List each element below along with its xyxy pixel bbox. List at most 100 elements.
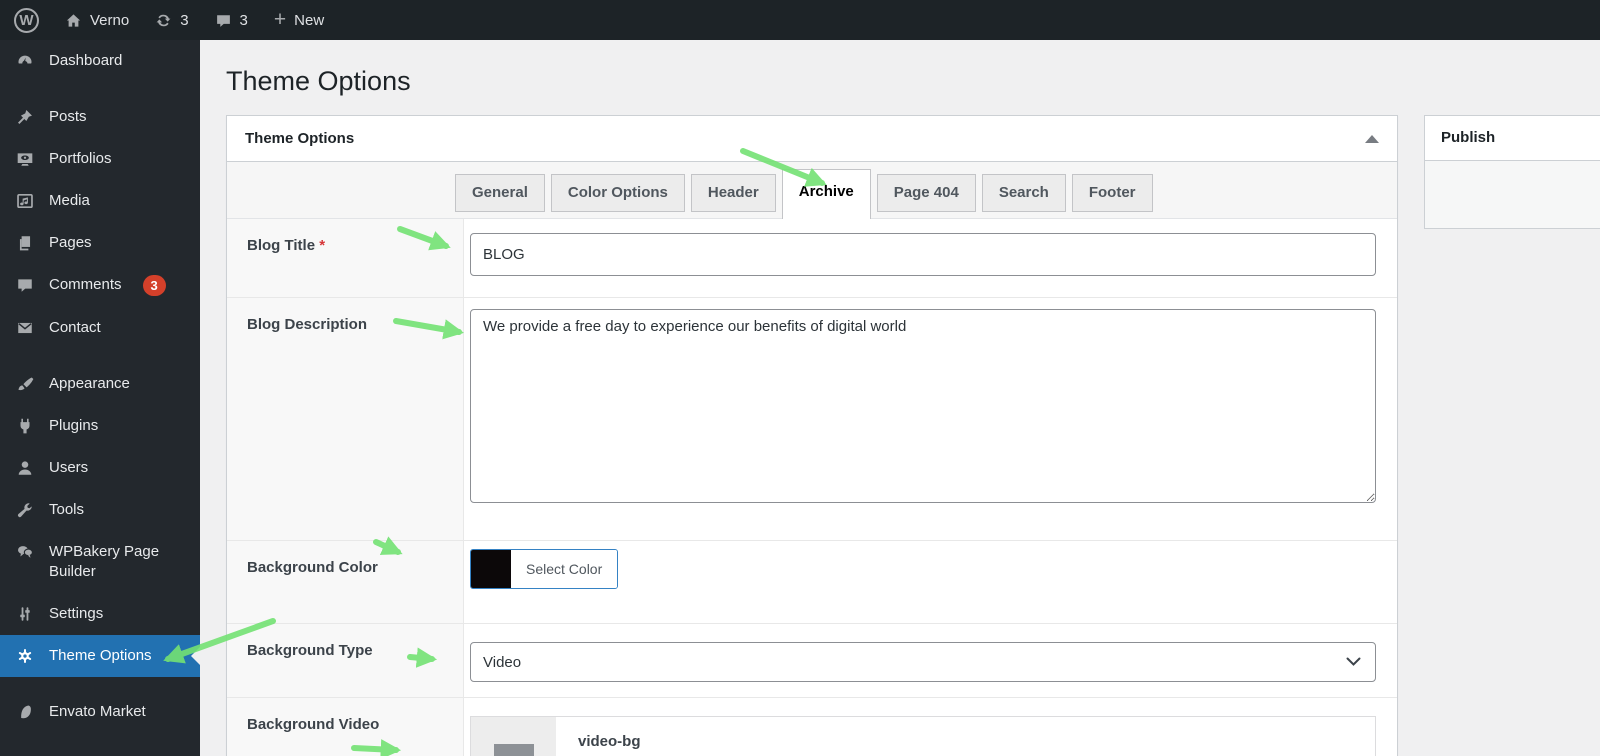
blog-title-input[interactable] <box>470 233 1376 276</box>
comments-bubble-icon <box>14 276 36 294</box>
dashboard-gauge-icon <box>14 52 36 70</box>
pages-icon <box>14 234 36 252</box>
sidebar-item-media[interactable]: Media <box>0 180 200 222</box>
wordpress-menu[interactable]: W <box>14 7 39 33</box>
tab-page-404[interactable]: Page 404 <box>876 174 976 212</box>
sidebar-item-label: Contact <box>49 319 101 336</box>
background-type-label: Background Type <box>247 642 373 659</box>
sidebar-item-label: Pages <box>49 234 92 251</box>
sidebar-item-label: Appearance <box>49 375 130 392</box>
blog-description-label: Blog Description <box>247 316 368 333</box>
envelope-icon <box>14 319 36 337</box>
sidebar-item-label: Portfolios <box>49 150 112 167</box>
background-type-select[interactable]: Video <box>470 642 1376 682</box>
tab-general[interactable]: General <box>455 174 545 212</box>
comment-bubble-icon <box>215 12 232 29</box>
sidebar-item-pages[interactable]: Pages <box>0 222 200 264</box>
sidebar-item-posts[interactable]: Posts <box>0 96 200 138</box>
wrench-icon <box>14 501 36 519</box>
sidebar-item-appearance[interactable]: Appearance <box>0 363 200 405</box>
sidebar-item-settings[interactable]: Settings <box>0 593 200 635</box>
field-label: Background Color <box>227 541 464 623</box>
tab-archive[interactable]: Archive <box>781 169 871 219</box>
sidebar-item-portfolios[interactable]: Portfolios <box>0 138 200 180</box>
site-name: Verno <box>90 11 130 29</box>
tab-footer[interactable]: Footer <box>1071 174 1153 212</box>
content-area: Theme Options Theme Options General Colo… <box>200 40 1600 756</box>
sidebar-item-label: Plugins <box>49 417 99 434</box>
background-color-label: Background Color <box>247 559 378 576</box>
field-label: Background Type <box>227 624 464 697</box>
theme-options-metabox: Theme Options General Color Options Head… <box>226 115 1398 756</box>
sidebar-item-users[interactable]: Users <box>0 447 200 489</box>
new-label: New <box>294 11 325 29</box>
background-type-value: Video <box>483 653 522 671</box>
sidebar-item-wpbakery[interactable]: WPBakery Page Builder <box>0 531 200 593</box>
tab-header[interactable]: Header <box>690 174 776 212</box>
blog-title-label: Blog Title <box>247 237 316 254</box>
field-label: Background Video <box>227 698 464 756</box>
plus-icon: + <box>273 7 287 31</box>
sidebar-item-tools[interactable]: Tools <box>0 489 200 531</box>
sidebar-item-label: Posts <box>49 108 87 125</box>
portfolio-screen-eye-icon <box>14 150 36 168</box>
form-row-background-color: Background Color Select Color <box>227 540 1397 623</box>
sidebar-item-label: Users <box>49 459 89 476</box>
chevron-down-icon <box>1346 657 1361 666</box>
sidebar-item-label: Tools <box>49 501 85 518</box>
admin-sidebar: Dashboard Posts Portfolios Media Pages C… <box>0 40 200 756</box>
color-picker-button[interactable]: Select Color <box>470 549 619 589</box>
comments-link[interactable]: 3 <box>215 12 248 29</box>
menu-separator <box>0 677 200 691</box>
sidebar-item-comments[interactable]: Comments 3 <box>0 264 200 307</box>
comments-count-badge: 3 <box>142 275 166 296</box>
sidebar-item-dashboard[interactable]: Dashboard <box>0 40 200 82</box>
tab-strip: General Color Options Header Archive Pag… <box>227 162 1397 219</box>
field-cell: Video <box>464 624 1397 697</box>
sidebar-item-theme-options[interactable]: Theme Options <box>0 635 200 677</box>
color-swatch <box>471 550 511 588</box>
new-content-link[interactable]: + New <box>273 7 325 31</box>
menu-separator <box>0 82 200 96</box>
sidebar-item-label: Theme Options <box>49 647 152 664</box>
updates-link[interactable]: 3 <box>155 11 189 29</box>
form-row-background-type: Background Type Video <box>227 623 1397 697</box>
publish-box: Publish <box>1424 115 1600 229</box>
tab-search[interactable]: Search <box>981 174 1066 212</box>
field-cell: We provide a free day to experience our … <box>464 298 1397 540</box>
wpbakery-bubbles-icon <box>14 543 36 561</box>
field-label: Blog Description <box>227 298 464 540</box>
background-video-label: Background Video <box>247 716 380 733</box>
field-label: Blog Title * <box>227 219 464 297</box>
envato-leaf-icon <box>14 703 36 721</box>
sidebar-item-label: Dashboard <box>49 52 123 69</box>
field-cell <box>464 219 1397 297</box>
gear-icon <box>14 647 36 665</box>
sidebar-item-contact[interactable]: Contact <box>0 307 200 349</box>
sidebar-item-label: Settings <box>49 605 104 622</box>
home-icon <box>65 12 82 29</box>
field-cell: video-bg <box>464 698 1397 756</box>
blog-description-textarea[interactable]: We provide a free day to experience our … <box>470 309 1376 503</box>
attachment-filename: video-bg <box>578 733 641 750</box>
collapse-toggle-icon[interactable] <box>1365 134 1379 143</box>
sliders-icon <box>14 605 36 623</box>
background-video-attachment[interactable]: video-bg <box>470 716 1376 756</box>
user-icon <box>14 459 36 477</box>
page-title: Theme Options <box>226 66 411 96</box>
sidebar-item-label: Envato Market <box>49 703 146 720</box>
sidebar-item-plugins[interactable]: Plugins <box>0 405 200 447</box>
sidebar-item-label: Comments <box>49 276 122 293</box>
form-row-background-video: Background Video video-bg <box>227 697 1397 756</box>
adminbar-comments-count: 3 <box>239 11 248 29</box>
sidebar-item-label: WPBakery Page Builder <box>49 543 160 580</box>
pin-icon <box>14 108 36 126</box>
updates-count: 3 <box>180 11 189 29</box>
form-row-blog-description: Blog Description We provide a free day t… <box>227 297 1397 540</box>
sidebar-item-envato-market[interactable]: Envato Market <box>0 691 200 733</box>
tab-color-options[interactable]: Color Options <box>550 174 685 212</box>
site-name-link[interactable]: Verno <box>65 12 129 29</box>
media-icon <box>14 192 36 210</box>
plug-icon <box>14 417 36 435</box>
metabox-header: Theme Options <box>227 116 1397 162</box>
